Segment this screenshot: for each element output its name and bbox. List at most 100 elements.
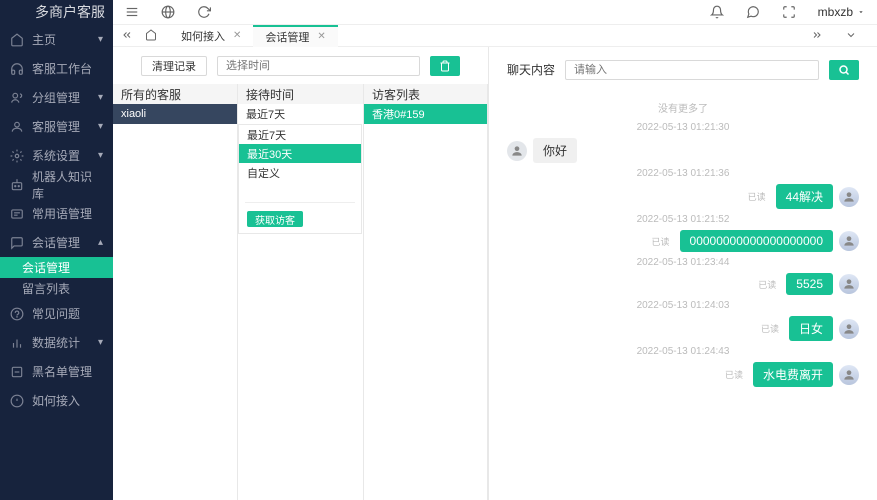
visitors-column: 香港0#159 [364,104,488,500]
chevron-down-icon: ▾ [98,121,103,132]
user-icon [10,120,24,134]
globe-icon[interactable] [161,5,175,19]
faq-icon [10,307,24,321]
nav-item[interactable]: 如何接入 [0,386,113,415]
nav-label: 分组管理 [32,89,98,106]
read-indicator: 已读 [761,322,779,335]
read-indicator: 已读 [758,278,776,291]
message-timestamp: 2022-05-13 01:21:30 [507,122,859,133]
howto-icon [10,394,24,408]
fullscreen-icon[interactable] [782,5,796,19]
close-icon[interactable]: ✕ [233,30,241,41]
nav-item[interactable]: 黑名单管理 [0,357,113,386]
filter-panel: 清理记录 所有的客服 接待时间 访客列表 xiaoli 最近7 [113,47,489,500]
time-dropdown: 最近7天 最近30天 自定义 获取访客 [238,124,362,234]
delete-button[interactable] [430,56,460,76]
message-timestamp: 2022-05-13 01:21:52 [507,214,859,225]
robot-icon [10,178,24,192]
chevron-down-icon: ▾ [98,337,103,348]
time-dd-option[interactable]: 自定义 [239,163,361,182]
nav-sub-item[interactable]: 留言列表 [0,278,113,299]
nav-label: 系统设置 [32,147,98,164]
avatar [839,231,859,251]
sidebar: 多商户客服 主页▾客服工作台分组管理▾客服管理▾系统设置▾机器人知识库常用语管理… [0,0,113,500]
chat-search-button[interactable] [829,60,859,80]
nav-sub-item[interactable]: 会话管理 [0,257,113,278]
tab[interactable]: 如何接入✕ [169,25,253,47]
time-dd-option[interactable]: 最近30天 [239,144,361,163]
nav-item[interactable]: 主页▾ [0,25,113,54]
message-bubble: 日女 [789,316,833,341]
nav-item[interactable]: 数据统计▾ [0,328,113,357]
message-row: 已读水电费离开 [507,362,859,387]
tabs-dropdown-icon[interactable] [845,29,859,43]
headset-icon [10,62,24,76]
messages-list[interactable]: 没有更多了2022-05-13 01:21:30你好2022-05-13 01:… [507,92,859,500]
visitor-row[interactable]: 香港0#159 [364,104,487,124]
nav-item[interactable]: 机器人知识库 [0,170,113,199]
tabs-forward-icon[interactable] [811,29,825,43]
message-timestamp: 2022-05-13 01:23:44 [507,257,859,268]
time-dd-option[interactable]: 最近7天 [239,125,361,144]
read-indicator: 已读 [652,235,670,248]
nav-item[interactable]: 分组管理▾ [0,83,113,112]
phrase-icon [10,207,24,221]
avatar [839,365,859,385]
message-icon[interactable] [746,5,760,19]
chevron-down-icon: ▾ [98,150,103,161]
time-picker[interactable] [217,56,420,76]
chevron-up-icon: ▴ [98,237,103,248]
app-title: 多商户客服 [0,0,113,25]
chevron-down-icon: ▾ [98,34,103,45]
message-bubble: 5525 [786,273,833,295]
blacklist-icon [10,365,24,379]
avatar [839,274,859,294]
message-bubble: 00000000000000000000 [680,230,833,252]
tab-label: 会话管理 [265,29,309,45]
custom-time-input[interactable] [245,184,355,203]
col-visitors-header: 访客列表 [364,84,488,104]
nav-label: 客服管理 [32,118,98,135]
nav-item[interactable]: 客服管理▾ [0,112,113,141]
refresh-icon[interactable] [197,5,211,19]
message-timestamp: 2022-05-13 01:24:03 [507,300,859,311]
main: mbxzb 如何接入✕ 会话管理 ✕ 清理记录 [113,0,877,500]
chat-title: 聊天内容 [507,61,555,78]
group-icon [10,91,24,105]
nav-item[interactable]: 系统设置▾ [0,141,113,170]
tab[interactable]: 会话管理 ✕ [253,25,337,47]
agent-row[interactable]: xiaoli [113,104,237,124]
nav-label: 机器人知识库 [32,168,103,202]
home-icon [10,33,24,47]
nav-item[interactable]: 常见问题 [0,299,113,328]
clear-history-button[interactable]: 清理记录 [141,56,207,76]
time-column: 最近7天 最近7天 最近30天 自定义 获取访客 [238,104,364,500]
nav-label: 黑名单管理 [32,363,103,380]
nav-label: 客服工作台 [32,60,103,77]
time-option[interactable]: 最近7天 [238,104,363,124]
avatar [839,187,859,207]
nav-label: 数据统计 [32,334,98,351]
tabs-home-icon[interactable] [145,29,159,43]
nav-item[interactable]: 常用语管理 [0,199,113,228]
close-icon[interactable]: ✕ [317,31,325,42]
bell-icon[interactable] [710,5,724,19]
user-menu[interactable]: mbxzb [818,5,865,19]
menu-icon[interactable] [125,5,139,19]
nav-item[interactable]: 会话管理▴ [0,228,113,257]
nav-item[interactable]: 客服工作台 [0,54,113,83]
topbar: mbxzb [113,0,877,25]
chat-panel: 聊天内容 没有更多了2022-05-13 01:21:30你好2022-05-1… [489,47,877,500]
message-bubble: 44解决 [776,184,833,209]
chat-search-input[interactable] [565,60,819,80]
content: 清理记录 所有的客服 接待时间 访客列表 xiaoli 最近7 [113,47,877,500]
nav-label: 常用语管理 [32,205,103,222]
read-indicator: 已读 [725,368,743,381]
gear-icon [10,149,24,163]
avatar [507,141,527,161]
get-visitors-button[interactable]: 获取访客 [247,211,303,227]
filter-columns-header: 所有的客服 接待时间 访客列表 [113,84,488,104]
message-row: 已读44解决 [507,184,859,209]
message-row: 你好 [507,138,859,163]
tabs-back-icon[interactable] [121,29,135,43]
